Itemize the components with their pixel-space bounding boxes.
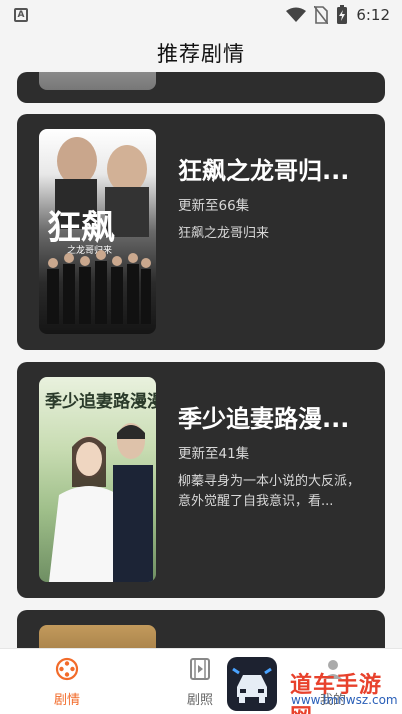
drama-card-partial-top[interactable] <box>17 72 385 103</box>
film-strip-icon <box>190 658 210 680</box>
battery-charging-icon <box>337 5 348 24</box>
status-bar: A 6:12 <box>0 0 402 30</box>
nav-tab-drama[interactable]: 剧情 <box>37 657 97 708</box>
poster-title-text: 狂飙 <box>47 208 115 248</box>
film-reel-icon <box>55 657 79 681</box>
episode-count: 更新至66集 <box>178 198 250 214</box>
drama-description: 柳蓁寻身为一本小说的大反派，意外觉醒了自我意识，看... <box>178 474 361 509</box>
car-logo-icon <box>232 667 272 703</box>
nav-tab-photos[interactable]: 剧照 <box>170 657 230 708</box>
nav-label: 剧情 <box>53 693 80 708</box>
poster-art: 季少追妻路漫漫 <box>45 391 156 582</box>
nav-label: 剧照 <box>186 693 213 708</box>
poster-art: 狂飙 之龙哥归来 <box>47 137 151 324</box>
watermark-logo <box>227 657 277 711</box>
notification-a-icon: A <box>14 8 28 22</box>
status-time: 6:12 <box>356 6 390 24</box>
drama-card[interactable]: 狂飙 之龙哥归来 狂飙之龙哥归... 更新至66集 狂飙之龙哥归来 <box>17 114 385 350</box>
drama-title: 季少追妻路漫... <box>178 405 350 433</box>
poster-image: 季少追妻路漫漫 <box>39 377 156 582</box>
drama-title: 狂飙之龙哥归... <box>178 157 350 185</box>
episode-count: 更新至41集 <box>178 446 250 462</box>
drama-card[interactable]: 季少追妻路漫漫 季少追妻路漫... 更新至41集 柳蓁寻身为一本小说的大反派，意… <box>17 362 385 598</box>
no-sim-icon <box>314 6 329 24</box>
watermark-url: www.lmnwsz.com <box>291 693 398 707</box>
poster-title-text: 季少追妻路漫漫 <box>45 391 156 412</box>
wifi-icon <box>286 7 307 22</box>
status-icons: 6:12 <box>286 5 390 25</box>
poster-image <box>39 72 156 90</box>
poster-image: 狂飙 之龙哥归来 <box>39 129 156 334</box>
page-title: 推荐剧情 <box>157 42 245 66</box>
drama-description: 狂飙之龙哥归来 <box>178 226 270 241</box>
